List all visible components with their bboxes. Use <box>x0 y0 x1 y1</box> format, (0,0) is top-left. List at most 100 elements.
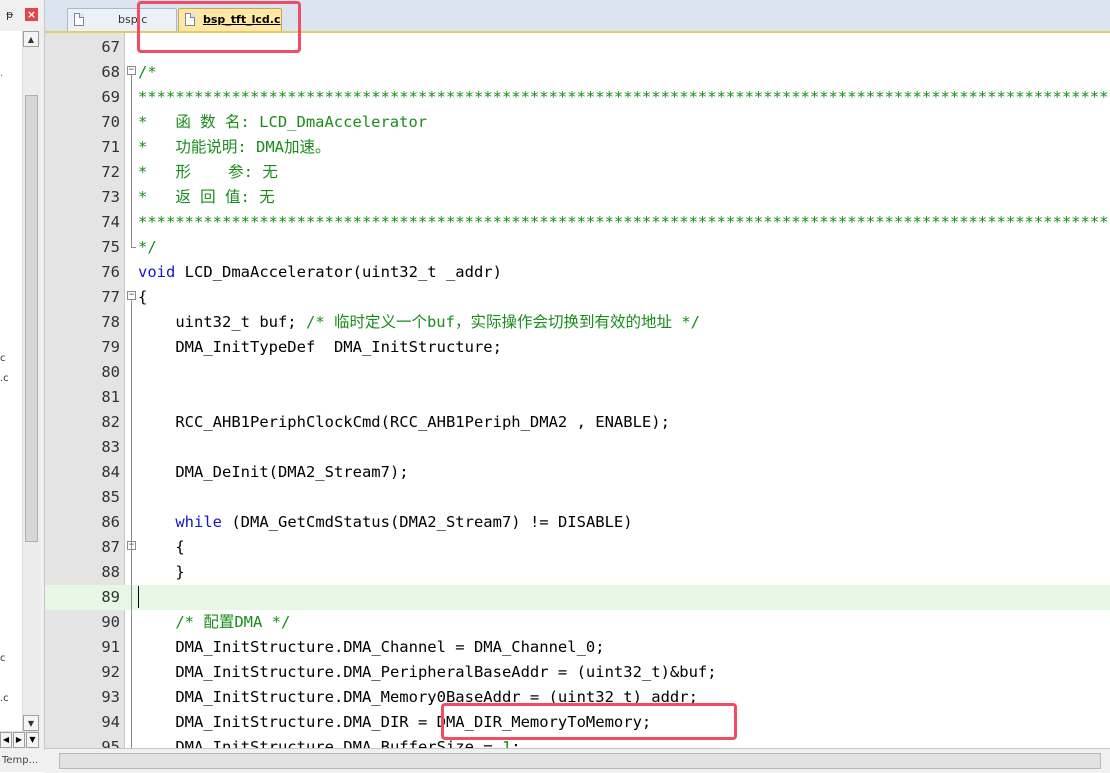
list-item[interactable]: .c <box>0 373 9 385</box>
scroll-right-icon[interactable]: ▶ <box>13 732 25 748</box>
line-number: 79 <box>101 338 120 356</box>
code-text: DMA_InitStructure.DMA_PeripheralBaseAddr… <box>138 660 717 685</box>
code-line[interactable]: 79 DMA_InitTypeDef DMA_InitStructure; <box>45 335 1110 360</box>
line-number: 95 <box>101 738 120 748</box>
code-line[interactable]: 73 * 返 回 值: 无 <box>45 185 1110 210</box>
project-panel: ᵽ × · c .c c .c ▲ ▼ ◀ ▶ ▼ Temp... <box>0 0 46 772</box>
line-number: 88 <box>101 563 120 581</box>
code-segment: { <box>138 288 148 306</box>
code-line[interactable]: 68−/* <box>45 60 1110 85</box>
code-text: while (DMA_GetCmdStatus(DMA2_Stream7) !=… <box>138 510 633 535</box>
code-segment: LCD_DmaAccelerator(uint32_t _addr) <box>175 263 502 281</box>
editor-horizontal-scrollbar[interactable] <box>45 748 1110 773</box>
code-segment: uint32_t buf; <box>138 313 306 331</box>
line-number: 89 <box>101 588 120 606</box>
code-text: DMA_InitStructure.DMA_Channel = DMA_Chan… <box>138 635 605 660</box>
code-line[interactable]: 78 uint32_t buf; /* 临时定义一个buf，实际操作会切换到有效… <box>45 310 1110 335</box>
fold-toggle-icon[interactable]: − <box>127 291 136 300</box>
code-line[interactable]: 86 while (DMA_GetCmdStatus(DMA2_Stream7)… <box>45 510 1110 535</box>
scroll-left-icon[interactable]: ◀ <box>0 732 12 748</box>
line-number: 81 <box>101 388 120 406</box>
code-line[interactable]: 72 * 形 参: 无 <box>45 160 1110 185</box>
inline-comment: /* 临时定义一个buf，实际操作会切换到有效的地址 */ <box>305 313 700 331</box>
line-number: 94 <box>101 713 120 731</box>
keyword: void <box>138 263 176 281</box>
code-line[interactable]: 80 <box>45 360 1110 385</box>
code-line[interactable]: 88 } <box>45 560 1110 585</box>
code-text: * 返 回 值: 无 <box>138 185 275 210</box>
code-line[interactable]: 84 DMA_DeInit(DMA2_Stream7); <box>45 460 1110 485</box>
scroll-up-icon[interactable]: ▲ <box>23 31 39 47</box>
line-number: 87 <box>101 538 120 556</box>
comment-text: */ <box>138 238 157 256</box>
scrollbar-thumb[interactable] <box>25 95 38 542</box>
code-line[interactable]: 75 */ <box>45 235 1110 260</box>
line-number: 77 <box>101 288 120 306</box>
pin-icon[interactable]: ᵽ <box>6 9 17 21</box>
text-cursor <box>138 586 139 608</box>
line-number: 93 <box>101 688 120 706</box>
line-number: 85 <box>101 488 120 506</box>
line-number: 74 <box>101 213 120 231</box>
code-segment: (DMA_GetCmdStatus(DMA2_Stream7) != DISAB… <box>222 513 633 531</box>
code-line[interactable]: 77−{ <box>45 285 1110 310</box>
comment-text: * 函 数 名: LCD_DmaAccelerator <box>138 113 428 131</box>
code-line[interactable]: 74 **************************************… <box>45 210 1110 235</box>
code-line[interactable]: 70 * 函 数 名: LCD_DmaAccelerator <box>45 110 1110 135</box>
highlight-box-tab <box>137 1 301 53</box>
code-line[interactable]: 76 void LCD_DmaAccelerator(uint32_t _addr… <box>45 260 1110 285</box>
comment-text: * 返 回 值: 无 <box>138 188 275 206</box>
code-text: * 形 参: 无 <box>138 160 278 185</box>
code-text: /* <box>138 60 157 85</box>
line-number: 86 <box>101 513 120 531</box>
code-text: DMA_DeInit(DMA2_Stream7); <box>138 460 408 485</box>
code-line[interactable]: 91 DMA_InitStructure.DMA_Channel = DMA_C… <box>45 635 1110 660</box>
code-line[interactable]: 87− { <box>45 535 1110 560</box>
panel-header: ᵽ × <box>0 0 44 31</box>
inline-comment: /* 配置DMA */ <box>175 613 291 631</box>
line-number: 69 <box>101 88 120 106</box>
list-item[interactable]: .c <box>0 693 9 705</box>
code-area[interactable]: 67 68−/* 69 *******************************… <box>45 35 1110 748</box>
panel-vertical-scrollbar[interactable]: ▲ ▼ <box>22 31 40 748</box>
fold-toggle-icon[interactable]: − <box>127 66 136 75</box>
line-number: 71 <box>101 138 120 156</box>
code-line[interactable]: 90 /* 配置DMA */ <box>45 610 1110 635</box>
code-text: { <box>138 535 184 560</box>
line-number: 90 <box>101 613 120 631</box>
line-number: 82 <box>101 413 120 431</box>
scroll-down-icon[interactable]: ▼ <box>26 732 39 748</box>
line-number: 84 <box>101 463 120 481</box>
code-line[interactable]: 82 RCC_AHB1PeriphClockCmd(RCC_AHB1Periph… <box>45 410 1110 435</box>
line-number: 76 <box>101 263 120 281</box>
line-number: 70 <box>101 113 120 131</box>
project-tree[interactable]: · c .c c .c <box>0 31 22 748</box>
code-line[interactable]: 69 **************************************… <box>45 85 1110 110</box>
code-line[interactable]: 71 * 功能说明: DMA加速。 <box>45 135 1110 160</box>
scrollbar-thumb[interactable] <box>59 753 1101 769</box>
project-tree-items: · c .c c .c <box>0 31 22 748</box>
code-text: RCC_AHB1PeriphClockCmd(RCC_AHB1Periph_DM… <box>138 410 670 435</box>
code-segment: DMA_InitStructure.DMA_Channel = DMA_Chan… <box>138 638 605 656</box>
code-line[interactable]: 85 <box>45 485 1110 510</box>
code-segment: DMA_InitStructure.DMA_PeripheralBaseAddr… <box>138 663 717 681</box>
code-line[interactable]: 92 DMA_InitStructure.DMA_PeripheralBaseA… <box>45 660 1110 685</box>
line-number: 75 <box>101 238 120 256</box>
panel-footer-tab[interactable]: Temp... <box>0 750 46 772</box>
list-item[interactable]: c <box>0 353 6 365</box>
close-icon[interactable]: × <box>25 8 38 21</box>
line-number: 78 <box>101 313 120 331</box>
code-segment: DMA_InitTypeDef DMA_InitStructure; <box>138 338 502 356</box>
list-item[interactable]: c <box>0 653 6 665</box>
scroll-down-icon[interactable]: ▼ <box>23 715 39 731</box>
code-text: ****************************************… <box>138 85 1109 110</box>
code-line[interactable]: 83 <box>45 435 1110 460</box>
code-editor[interactable]: 67 68−/* 69 *******************************… <box>45 33 1110 748</box>
keyword: while <box>138 513 222 531</box>
file-icon <box>74 13 84 26</box>
code-line[interactable]: 89 <box>45 585 1110 610</box>
code-line[interactable]: 81 <box>45 385 1110 410</box>
panel-horizontal-scrollbar[interactable]: ◀ ▶ ▼ <box>0 731 39 749</box>
line-number: 67 <box>101 38 120 56</box>
